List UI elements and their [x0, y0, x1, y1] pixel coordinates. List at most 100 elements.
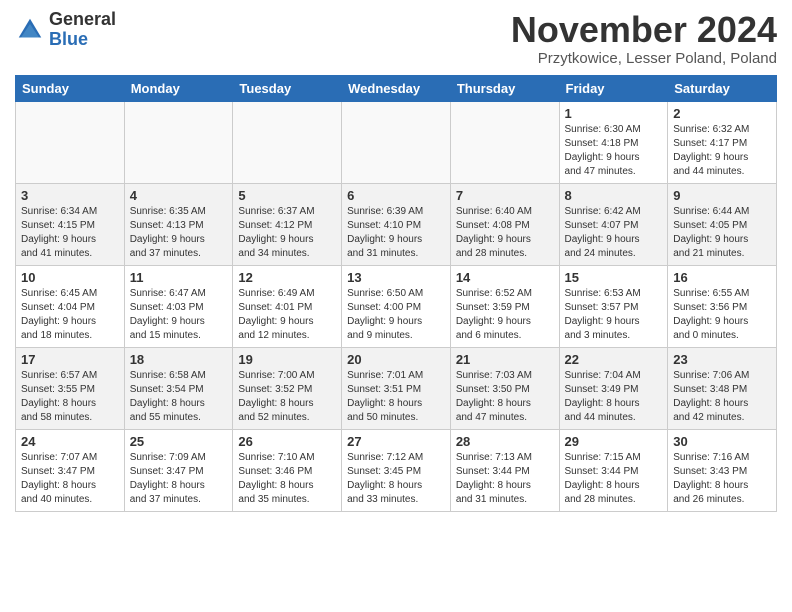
day-info: Sunrise: 6:53 AM Sunset: 3:57 PM Dayligh…	[565, 287, 663, 343]
header-wednesday: Wednesday	[342, 75, 451, 101]
calendar-cell: 5Sunrise: 6:37 AM Sunset: 4:12 PM Daylig…	[233, 183, 342, 265]
logo-general: General	[49, 10, 116, 30]
week-row-5: 24 Sunrise: 7:07 AM Sunset: 3:47 PM Dayli…	[16, 429, 777, 511]
page-header: General Blue November 2024 Przytkowice, …	[15, 10, 777, 67]
day-info: Sunrise: 6:58 AM Sunset: 3:54 PM Dayligh…	[130, 369, 228, 425]
day-number: 29	[565, 434, 663, 449]
day-info: Sunrise: 7:04 AM Sunset: 3:49 PM Dayligh…	[565, 369, 663, 425]
calendar-cell: 24 Sunrise: 7:07 AM Sunset: 3:47 PM Dayli…	[16, 429, 125, 511]
day-number: 20	[347, 352, 445, 367]
calendar-cell: 28Sunrise: 7:13 AM Sunset: 3:44 PM Dayli…	[450, 429, 559, 511]
calendar-cell	[233, 101, 342, 183]
header-tuesday: Tuesday	[233, 75, 342, 101]
day-info: Sunrise: 6:50 AM Sunset: 4:00 PM Dayligh…	[347, 287, 445, 343]
calendar-cell: 1Sunrise: 6:30 AM Sunset: 4:18 PM Daylig…	[559, 101, 668, 183]
calendar-cell	[450, 101, 559, 183]
title-section: November 2024 Przytkowice, Lesser Poland…	[511, 10, 777, 67]
day-info: Sunrise: 6:37 AM Sunset: 4:12 PM Dayligh…	[238, 205, 336, 261]
week-row-2: 3 Sunrise: 6:34 AM Sunset: 4:15 PM Daylig…	[16, 183, 777, 265]
calendar-cell: 30 Sunrise: 7:16 AM Sunset: 3:43 PM Dayli…	[668, 429, 777, 511]
calendar-cell: 18 Sunrise: 6:58 AM Sunset: 3:54 PM Dayli…	[124, 347, 233, 429]
day-number: 10	[21, 270, 119, 285]
calendar-cell: 3 Sunrise: 6:34 AM Sunset: 4:15 PM Daylig…	[16, 183, 125, 265]
calendar-cell	[124, 101, 233, 183]
day-info: Sunrise: 7:06 AM Sunset: 3:48 PM Dayligh…	[673, 369, 771, 425]
day-info: Sunrise: 6:39 AM Sunset: 4:10 PM Dayligh…	[347, 205, 445, 261]
calendar-cell: 10 Sunrise: 6:45 AM Sunset: 4:04 PM Dayli…	[16, 265, 125, 347]
calendar-cell	[342, 101, 451, 183]
day-number: 12	[238, 270, 336, 285]
logo: General Blue	[15, 10, 116, 50]
day-info: Sunrise: 7:16 AM Sunset: 3:43 PM Dayligh…	[673, 451, 771, 507]
day-number: 2	[673, 106, 771, 121]
day-info: Sunrise: 6:42 AM Sunset: 4:07 PM Dayligh…	[565, 205, 663, 261]
week-row-4: 17 Sunrise: 6:57 AM Sunset: 3:55 PM Dayli…	[16, 347, 777, 429]
day-info: Sunrise: 6:49 AM Sunset: 4:01 PM Dayligh…	[238, 287, 336, 343]
day-info: Sunrise: 6:52 AM Sunset: 3:59 PM Dayligh…	[456, 287, 554, 343]
day-number: 24	[21, 434, 119, 449]
day-number: 17	[21, 352, 119, 367]
calendar-cell: 22 Sunrise: 7:04 AM Sunset: 3:49 PM Dayli…	[559, 347, 668, 429]
day-number: 11	[130, 270, 228, 285]
calendar-cell: 17 Sunrise: 6:57 AM Sunset: 3:55 PM Dayli…	[16, 347, 125, 429]
page-container: General Blue November 2024 Przytkowice, …	[0, 0, 792, 522]
calendar-cell: 13 Sunrise: 6:50 AM Sunset: 4:00 PM Dayli…	[342, 265, 451, 347]
day-info: Sunrise: 6:32 AM Sunset: 4:17 PM Dayligh…	[673, 123, 771, 179]
location-subtitle: Przytkowice, Lesser Poland, Poland	[511, 50, 777, 67]
day-info: Sunrise: 7:15 AM Sunset: 3:44 PM Dayligh…	[565, 451, 663, 507]
day-number: 19	[238, 352, 336, 367]
day-info: Sunrise: 7:03 AM Sunset: 3:50 PM Dayligh…	[456, 369, 554, 425]
header-thursday: Thursday	[450, 75, 559, 101]
calendar-cell	[16, 101, 125, 183]
day-info: Sunrise: 6:40 AM Sunset: 4:08 PM Dayligh…	[456, 205, 554, 261]
day-number: 18	[130, 352, 228, 367]
day-info: Sunrise: 6:57 AM Sunset: 3:55 PM Dayligh…	[21, 369, 119, 425]
day-number: 25	[130, 434, 228, 449]
day-number: 26	[238, 434, 336, 449]
day-info: Sunrise: 6:47 AM Sunset: 4:03 PM Dayligh…	[130, 287, 228, 343]
day-info: Sunrise: 7:12 AM Sunset: 3:45 PM Dayligh…	[347, 451, 445, 507]
calendar-cell: 25Sunrise: 7:09 AM Sunset: 3:47 PM Dayli…	[124, 429, 233, 511]
day-info: Sunrise: 6:44 AM Sunset: 4:05 PM Dayligh…	[673, 205, 771, 261]
week-row-3: 10 Sunrise: 6:45 AM Sunset: 4:04 PM Dayli…	[16, 265, 777, 347]
logo-text: General Blue	[49, 10, 116, 50]
calendar-cell: 6 Sunrise: 6:39 AM Sunset: 4:10 PM Daylig…	[342, 183, 451, 265]
day-info: Sunrise: 6:45 AM Sunset: 4:04 PM Dayligh…	[21, 287, 119, 343]
month-title: November 2024	[511, 10, 777, 50]
calendar-cell: 20Sunrise: 7:01 AM Sunset: 3:51 PM Dayli…	[342, 347, 451, 429]
day-number: 23	[673, 352, 771, 367]
calendar-cell: 9 Sunrise: 6:44 AM Sunset: 4:05 PM Daylig…	[668, 183, 777, 265]
calendar-cell: 8 Sunrise: 6:42 AM Sunset: 4:07 PM Daylig…	[559, 183, 668, 265]
day-number: 9	[673, 188, 771, 203]
day-number: 8	[565, 188, 663, 203]
header-sunday: Sunday	[16, 75, 125, 101]
header-friday: Friday	[559, 75, 668, 101]
calendar-cell: 29 Sunrise: 7:15 AM Sunset: 3:44 PM Dayli…	[559, 429, 668, 511]
logo-icon	[15, 15, 45, 45]
calendar-cell: 14 Sunrise: 6:52 AM Sunset: 3:59 PM Dayli…	[450, 265, 559, 347]
calendar-cell: 7Sunrise: 6:40 AM Sunset: 4:08 PM Daylig…	[450, 183, 559, 265]
calendar-cell: 2 Sunrise: 6:32 AM Sunset: 4:17 PM Daylig…	[668, 101, 777, 183]
logo-blue: Blue	[49, 30, 116, 50]
day-number: 15	[565, 270, 663, 285]
day-number: 3	[21, 188, 119, 203]
day-info: Sunrise: 7:07 AM Sunset: 3:47 PM Dayligh…	[21, 451, 119, 507]
calendar-table: SundayMondayTuesdayWednesdayThursdayFrid…	[15, 75, 777, 512]
day-number: 6	[347, 188, 445, 203]
day-number: 14	[456, 270, 554, 285]
day-number: 13	[347, 270, 445, 285]
day-number: 16	[673, 270, 771, 285]
calendar-cell: 19 Sunrise: 7:00 AM Sunset: 3:52 PM Dayli…	[233, 347, 342, 429]
day-number: 28	[456, 434, 554, 449]
day-info: Sunrise: 6:55 AM Sunset: 3:56 PM Dayligh…	[673, 287, 771, 343]
day-number: 21	[456, 352, 554, 367]
week-row-1: 1Sunrise: 6:30 AM Sunset: 4:18 PM Daylig…	[16, 101, 777, 183]
calendar-cell: 27Sunrise: 7:12 AM Sunset: 3:45 PM Dayli…	[342, 429, 451, 511]
day-number: 30	[673, 434, 771, 449]
calendar-cell: 21 Sunrise: 7:03 AM Sunset: 3:50 PM Dayli…	[450, 347, 559, 429]
day-info: Sunrise: 6:34 AM Sunset: 4:15 PM Dayligh…	[21, 205, 119, 261]
header-monday: Monday	[124, 75, 233, 101]
day-info: Sunrise: 6:35 AM Sunset: 4:13 PM Dayligh…	[130, 205, 228, 261]
day-info: Sunrise: 7:00 AM Sunset: 3:52 PM Dayligh…	[238, 369, 336, 425]
day-number: 22	[565, 352, 663, 367]
